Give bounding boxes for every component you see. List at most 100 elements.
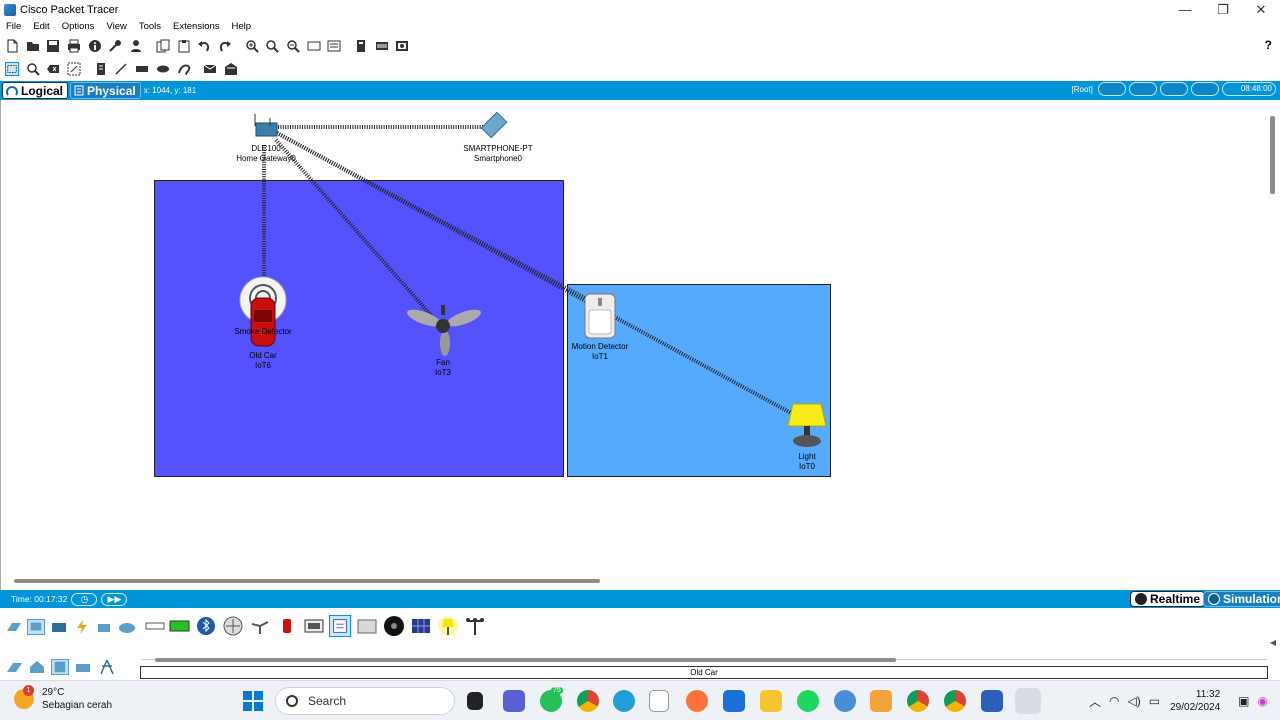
redo-icon[interactable] [218, 39, 232, 53]
select-icon[interactable] [5, 62, 19, 76]
inspect-icon[interactable] [26, 62, 40, 76]
viewport-button[interactable] [1190, 82, 1219, 96]
weather-widget[interactable]: 1 29°C Sebagian cerah [14, 685, 112, 712]
place-note-icon[interactable] [94, 62, 108, 76]
word-icon[interactable] [981, 690, 1003, 712]
chrome-third-icon[interactable] [944, 690, 966, 712]
workspace-vertical-scrollbar[interactable] [1270, 116, 1275, 194]
menu-view[interactable]: View [100, 20, 132, 34]
misc-icon[interactable] [95, 619, 113, 635]
save-icon[interactable] [46, 39, 60, 53]
freeform-icon[interactable] [177, 62, 191, 76]
notification-icon[interactable]: ▣ [1238, 694, 1249, 708]
old-car-device[interactable] [250, 297, 276, 347]
new-file-icon[interactable] [5, 39, 19, 53]
g-app-icon[interactable] [870, 690, 892, 712]
solar-panel-icon[interactable] [410, 615, 432, 637]
spotify-icon[interactable] [797, 690, 819, 712]
tab-realtime[interactable]: Realtime [1130, 591, 1206, 607]
selected-device-icon[interactable] [329, 615, 351, 637]
solar-device-icon[interactable] [222, 615, 244, 637]
power-grid-icon[interactable] [98, 659, 116, 675]
industrial-icon[interactable] [74, 659, 92, 675]
store-icon[interactable] [723, 690, 745, 712]
workspace-horizontal-scrollbar[interactable] [14, 579, 600, 583]
smart-city-icon[interactable] [51, 659, 69, 675]
menu-file[interactable]: File [0, 20, 27, 34]
cluster-view-button[interactable] [1128, 82, 1157, 96]
packet-tracer-taskbar-icon[interactable] [1015, 688, 1041, 714]
custom-device-icon[interactable] [327, 39, 341, 53]
lamp-device-icon[interactable] [437, 615, 459, 637]
end-devices-sub-icon[interactable] [5, 659, 23, 675]
taskbar-search[interactable]: Search [275, 687, 455, 715]
motion-detector-device[interactable] [584, 293, 616, 339]
home-gateway-device[interactable] [254, 114, 278, 137]
tab-physical[interactable]: Physical [70, 82, 141, 99]
components-icon[interactable] [50, 619, 68, 635]
drawing-palette-icon[interactable] [307, 39, 321, 53]
power-cycle-button[interactable]: ◷ [71, 592, 98, 606]
menu-help[interactable]: Help [226, 20, 258, 34]
battery-icon[interactable]: ▭ [1149, 694, 1160, 708]
chrome-icon[interactable] [577, 690, 599, 712]
home-devices-icon[interactable] [28, 659, 46, 675]
multiuser-icon[interactable] [118, 619, 136, 635]
undo-icon[interactable] [197, 39, 211, 53]
copy-icon[interactable] [156, 39, 170, 53]
open-folder-icon[interactable] [26, 39, 40, 53]
window-device-icon[interactable] [356, 615, 378, 637]
minimize-button[interactable]: — [1166, 0, 1204, 20]
menu-extensions[interactable]: Extensions [167, 20, 225, 34]
print-icon[interactable] [67, 39, 81, 53]
topology-canvas[interactable] [0, 100, 1280, 590]
car-sub-icon[interactable] [276, 615, 298, 637]
fast-forward-button[interactable]: ▶▶ [101, 592, 128, 606]
firefox-icon[interactable] [686, 690, 708, 712]
screenshot-icon[interactable] [395, 39, 409, 53]
tab-logical[interactable]: Logical [2, 82, 69, 99]
windows-start-icon[interactable] [243, 691, 263, 711]
teams-icon[interactable] [503, 690, 525, 712]
back-level-button[interactable] [1097, 82, 1126, 96]
panel-expand-icon[interactable]: ◀ [1270, 638, 1276, 647]
menu-options[interactable]: Options [56, 20, 101, 34]
simple-pdu-icon[interactable] [203, 62, 217, 76]
copilot-icon[interactable]: ◉ [1258, 694, 1268, 708]
light-device[interactable] [787, 403, 827, 447]
monitor-sub-icon[interactable] [303, 615, 325, 637]
resize-shape-icon[interactable] [67, 62, 81, 76]
antenna-device-icon[interactable] [464, 615, 486, 637]
edge-icon[interactable] [613, 690, 635, 712]
draw-rectangle-icon[interactable] [135, 62, 149, 76]
smartphone-device[interactable] [480, 111, 508, 139]
menu-edit[interactable]: Edit [27, 20, 55, 34]
rack-icon[interactable] [375, 39, 389, 53]
fan-sub-icon[interactable] [249, 615, 271, 637]
tray-overflow-icon[interactable]: ︿ [1089, 693, 1101, 710]
network-devices-icon[interactable] [5, 619, 23, 635]
delete-icon[interactable] [46, 62, 60, 76]
menu-tools[interactable]: Tools [133, 20, 167, 34]
wifi-icon[interactable]: ◠ [1109, 694, 1119, 708]
task-view-icon[interactable] [467, 692, 483, 710]
file-explorer-icon[interactable] [760, 690, 782, 712]
speaker-device-icon[interactable] [383, 615, 405, 637]
root-breadcrumb[interactable]: [Root] [1072, 85, 1093, 94]
chrome-second-icon[interactable] [907, 690, 929, 712]
device-list-scrollbar[interactable] [155, 658, 896, 662]
draw-ellipse-icon[interactable] [156, 62, 170, 76]
user-profile-icon[interactable] [129, 39, 143, 53]
connections-icon[interactable] [73, 619, 91, 635]
chrome-profile-icon[interactable] [834, 690, 856, 712]
zoom-in-icon[interactable] [245, 39, 259, 53]
close-button[interactable]: ✕ [1242, 0, 1280, 20]
tray-clock[interactable]: 11:32 29/02/2024 [1170, 688, 1220, 714]
zoom-out-icon[interactable] [286, 39, 300, 53]
pdu-list-icon[interactable] [354, 39, 368, 53]
amazon-icon[interactable] [649, 690, 669, 712]
complex-pdu-icon[interactable] [224, 62, 238, 76]
info-icon[interactable] [88, 39, 102, 53]
help-button[interactable]: ? [1265, 38, 1272, 52]
bluetooth-device-icon[interactable] [195, 615, 217, 637]
